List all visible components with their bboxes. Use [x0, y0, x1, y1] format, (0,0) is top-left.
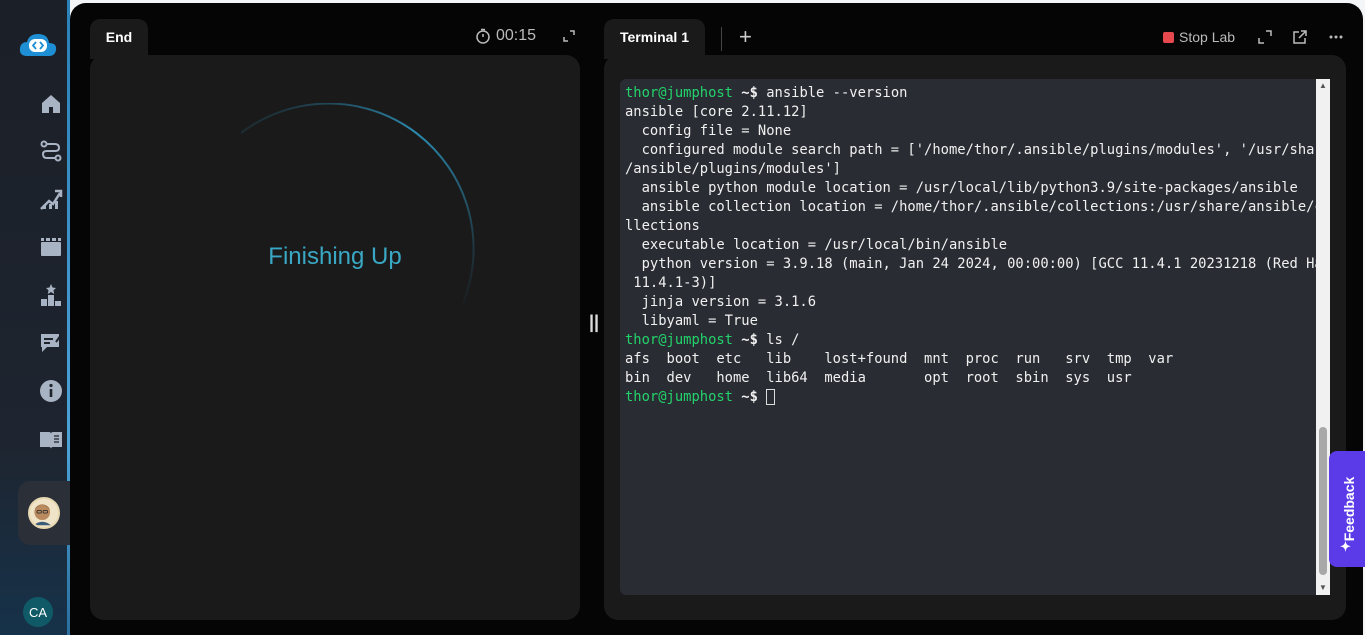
tab-separator: [721, 27, 722, 51]
avatar[interactable]: [28, 497, 60, 529]
scroll-up-icon[interactable]: ▲: [1318, 81, 1328, 91]
status-text: Finishing Up: [268, 243, 402, 270]
terminal-prompt-suffix: ~$: [732, 332, 767, 348]
terminal-text: config file = None: [625, 123, 792, 139]
terminal-line: 11.4.1-3)]: [625, 274, 1316, 293]
add-tab-button[interactable]: +: [739, 26, 752, 48]
terminal-text: llections: [625, 218, 700, 234]
terminal-text: executable location = /usr/local/bin/ans…: [625, 237, 1008, 253]
terminal-prompt-suffix: ~$: [732, 389, 767, 405]
user-menu[interactable]: [18, 481, 70, 545]
timer-value: 00:15: [496, 27, 537, 44]
expand-icon[interactable]: [1257, 29, 1273, 45]
more-options-icon[interactable]: [1328, 29, 1344, 45]
expand-icon[interactable]: [562, 29, 576, 43]
terminal-line: executable location = /usr/local/bin/ans…: [625, 236, 1316, 255]
stop-lab-label: Stop Lab: [1179, 29, 1236, 45]
terminal-text: 11.4.1-3)]: [625, 275, 717, 291]
scroll-down-icon[interactable]: ▼: [1318, 583, 1328, 593]
path-icon[interactable]: [38, 138, 64, 164]
terminal-text: afs boot etc lib lost+found mnt proc run…: [625, 351, 1174, 367]
stopwatch-icon: [476, 28, 490, 44]
terminal-output[interactable]: thor@jumphost ~$ ansible --version ansibl…: [620, 79, 1316, 595]
terminal-text: python version = 3.9.18 (main, Jan 24 20…: [625, 256, 1316, 272]
terminal-line: thor@jumphost ~$ ansible --version: [625, 84, 1316, 103]
stop-lab-button[interactable]: Stop Lab: [1163, 29, 1235, 45]
labs-icon[interactable]: [38, 234, 64, 260]
terminal-line: /ansible/plugins/modules']: [625, 160, 1316, 179]
terminal-prompt-suffix: ~$: [732, 85, 767, 101]
terminal-line: jinja version = 3.1.6: [625, 293, 1316, 312]
home-icon[interactable]: [38, 91, 64, 117]
feedback-button[interactable]: Feedback ✦: [1329, 451, 1365, 567]
terminal-line: config file = None: [625, 122, 1316, 141]
terminal-line: bin dev home lib64 media opt root sbin s…: [625, 369, 1316, 388]
progress-icon[interactable]: [38, 186, 64, 212]
feedback-notes-icon[interactable]: [38, 330, 64, 356]
terminal-text: jinja version = 3.1.6: [625, 294, 817, 310]
terminal-prompt: thor@jumphost: [625, 389, 733, 405]
open-external-icon[interactable]: [1292, 29, 1308, 45]
sidebar: CA: [0, 0, 70, 635]
terminal-text: ansible [core 2.11.12]: [625, 104, 808, 120]
terminal-line: thor@jumphost ~$ ls /: [625, 331, 1316, 350]
terminal-line: ansible [core 2.11.12]: [625, 103, 1316, 122]
scrollbar-thumb[interactable]: [1319, 427, 1327, 575]
terminal-command: ls /: [766, 332, 800, 348]
terminal-text: ansible python module location = /usr/lo…: [625, 180, 1298, 196]
tab-terminal-1[interactable]: Terminal 1: [604, 19, 705, 59]
terminal-line: libyaml = True: [625, 312, 1316, 331]
user-initials-badge[interactable]: CA: [23, 597, 53, 627]
terminal-line: configured module search path = ['/home/…: [625, 141, 1316, 160]
sparkle-icon: ✦: [1340, 539, 1351, 554]
terminal-line: afs boot etc lib lost+found mnt proc run…: [625, 350, 1316, 369]
terminal-text: ansible collection location = /home/thor…: [625, 199, 1316, 215]
timer: 00:15: [475, 27, 536, 45]
terminal-line: thor@jumphost ~$: [625, 388, 1316, 407]
terminal-line: ansible collection location = /home/thor…: [625, 198, 1316, 217]
terminal-line: llections: [625, 217, 1316, 236]
book-icon[interactable]: [38, 427, 64, 453]
terminal-command: ansible --version: [766, 85, 908, 101]
terminal-prompt: thor@jumphost: [625, 332, 733, 348]
resize-handle[interactable]: ||: [589, 312, 599, 333]
terminal-text: bin dev home lib64 media opt root sbin s…: [625, 370, 1132, 386]
terminal-scrollbar[interactable]: ▲ ▼: [1316, 79, 1330, 595]
info-icon[interactable]: [38, 378, 64, 404]
terminal-text: /ansible/plugins/modules']: [625, 161, 841, 177]
leaderboard-icon[interactable]: [38, 282, 64, 308]
stop-icon: [1163, 31, 1174, 43]
terminal-text: libyaml = True: [625, 313, 758, 329]
terminal-line: ansible python module location = /usr/lo…: [625, 179, 1316, 198]
terminal-cursor: [766, 389, 776, 405]
tab-end[interactable]: End: [90, 19, 148, 59]
terminal-prompt: thor@jumphost: [625, 85, 733, 101]
terminal-text: configured module search path = ['/home/…: [625, 142, 1316, 158]
feedback-label: Feedback: [1341, 476, 1357, 542]
logo-icon[interactable]: [17, 32, 59, 60]
workspace: End 00:15 Finishing Up || Terminal 1 + S…: [70, 3, 1363, 635]
terminal-line: python version = 3.9.18 (main, Jan 24 20…: [625, 255, 1316, 274]
progress-arc: [240, 103, 475, 304]
